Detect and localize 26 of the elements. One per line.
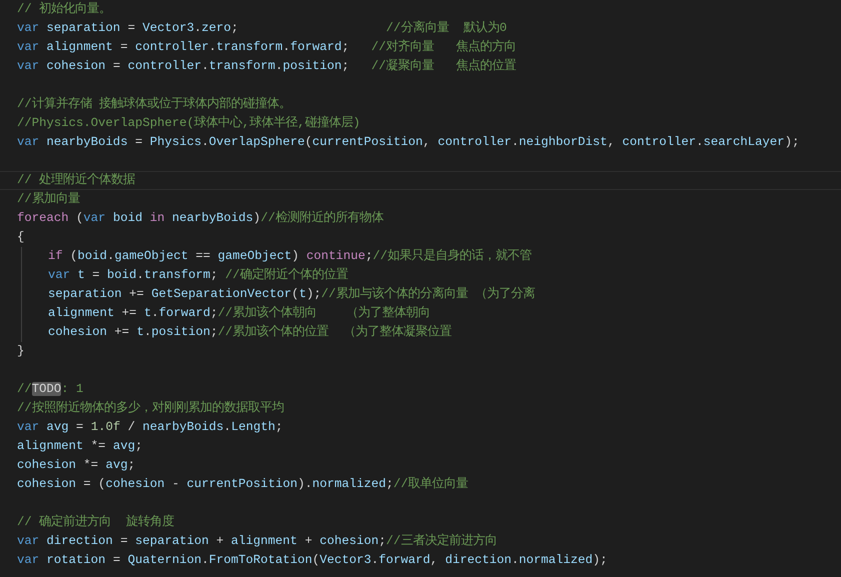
code-line: var cohesion = controller.transform.position; //凝聚向量 焦点的位置 <box>17 58 518 75</box>
code-line: separation += GetSeparationVector(t);//累加与该个体的分离向量 （为了分离 <box>48 286 536 303</box>
code-line: alignment += t.forward;//累加该个体朝向 （为了整体朝向 <box>48 304 432 322</box>
code-line: var rotation = Quaternion.FromToRotation(Vector3.forward, direction.normalized); <box>17 552 608 569</box>
code-line: //累加向量 <box>17 190 81 208</box>
code-line: foreach (var boid in nearbyBoids)//检测附近的所有物体 <box>17 210 384 227</box>
code-line: } <box>17 343 26 360</box>
code-line: var alignment = controller.transform.forward; //对齐向量 焦点的方向 <box>17 38 518 56</box>
code-line: var direction = separation + alignment + cohesion;//三者决定前进方向 <box>17 532 498 550</box>
code-line: //Physics.OverlapSphere(球体中心,球体半径,碰撞体层) <box>17 114 362 132</box>
code-line: //计算并存储 接触球体或位于球体内部的碰撞体。 <box>17 96 292 113</box>
code-line: var t = boid.transform; //确定附近个体的位置 <box>48 266 349 284</box>
code-line: var separation = Vector3.zero; //分离向量 默认为0 <box>17 20 508 37</box>
code-line: //TODO: 1 <box>17 381 84 398</box>
code-line: cohesion *= avg; <box>17 457 136 474</box>
code-line: { <box>17 229 26 246</box>
code-line: cohesion = (cohesion - currentPosition).normalized;//取单位向量 <box>17 476 470 493</box>
code-line: if (boid.gameObject == gameObject) continue;//如果只是自身的话，就不管 <box>48 248 533 265</box>
code-line: var avg = 1.0f / nearbyBoids.Length; <box>17 419 284 436</box>
code-line: //按照附近物体的多少，对刚刚累加的数据取平均 <box>17 400 285 417</box>
code-line: cohesion += t.position;//累加该个体的位置 （为了整体凝聚位置 <box>48 324 452 341</box>
code-line: // 初始化向量。 <box>17 0 112 18</box>
code-line: alignment *= avg; <box>17 438 144 455</box>
code-line: var nearbyBoids = Physics.OverlapSphere(currentPosition, controller.neighborDist, controller.searchLayer); <box>17 134 800 151</box>
current-code-line: // 处理附近个体数据 <box>0 171 841 190</box>
code-line: // 确定前进方向 旋转角度 <box>17 514 175 531</box>
